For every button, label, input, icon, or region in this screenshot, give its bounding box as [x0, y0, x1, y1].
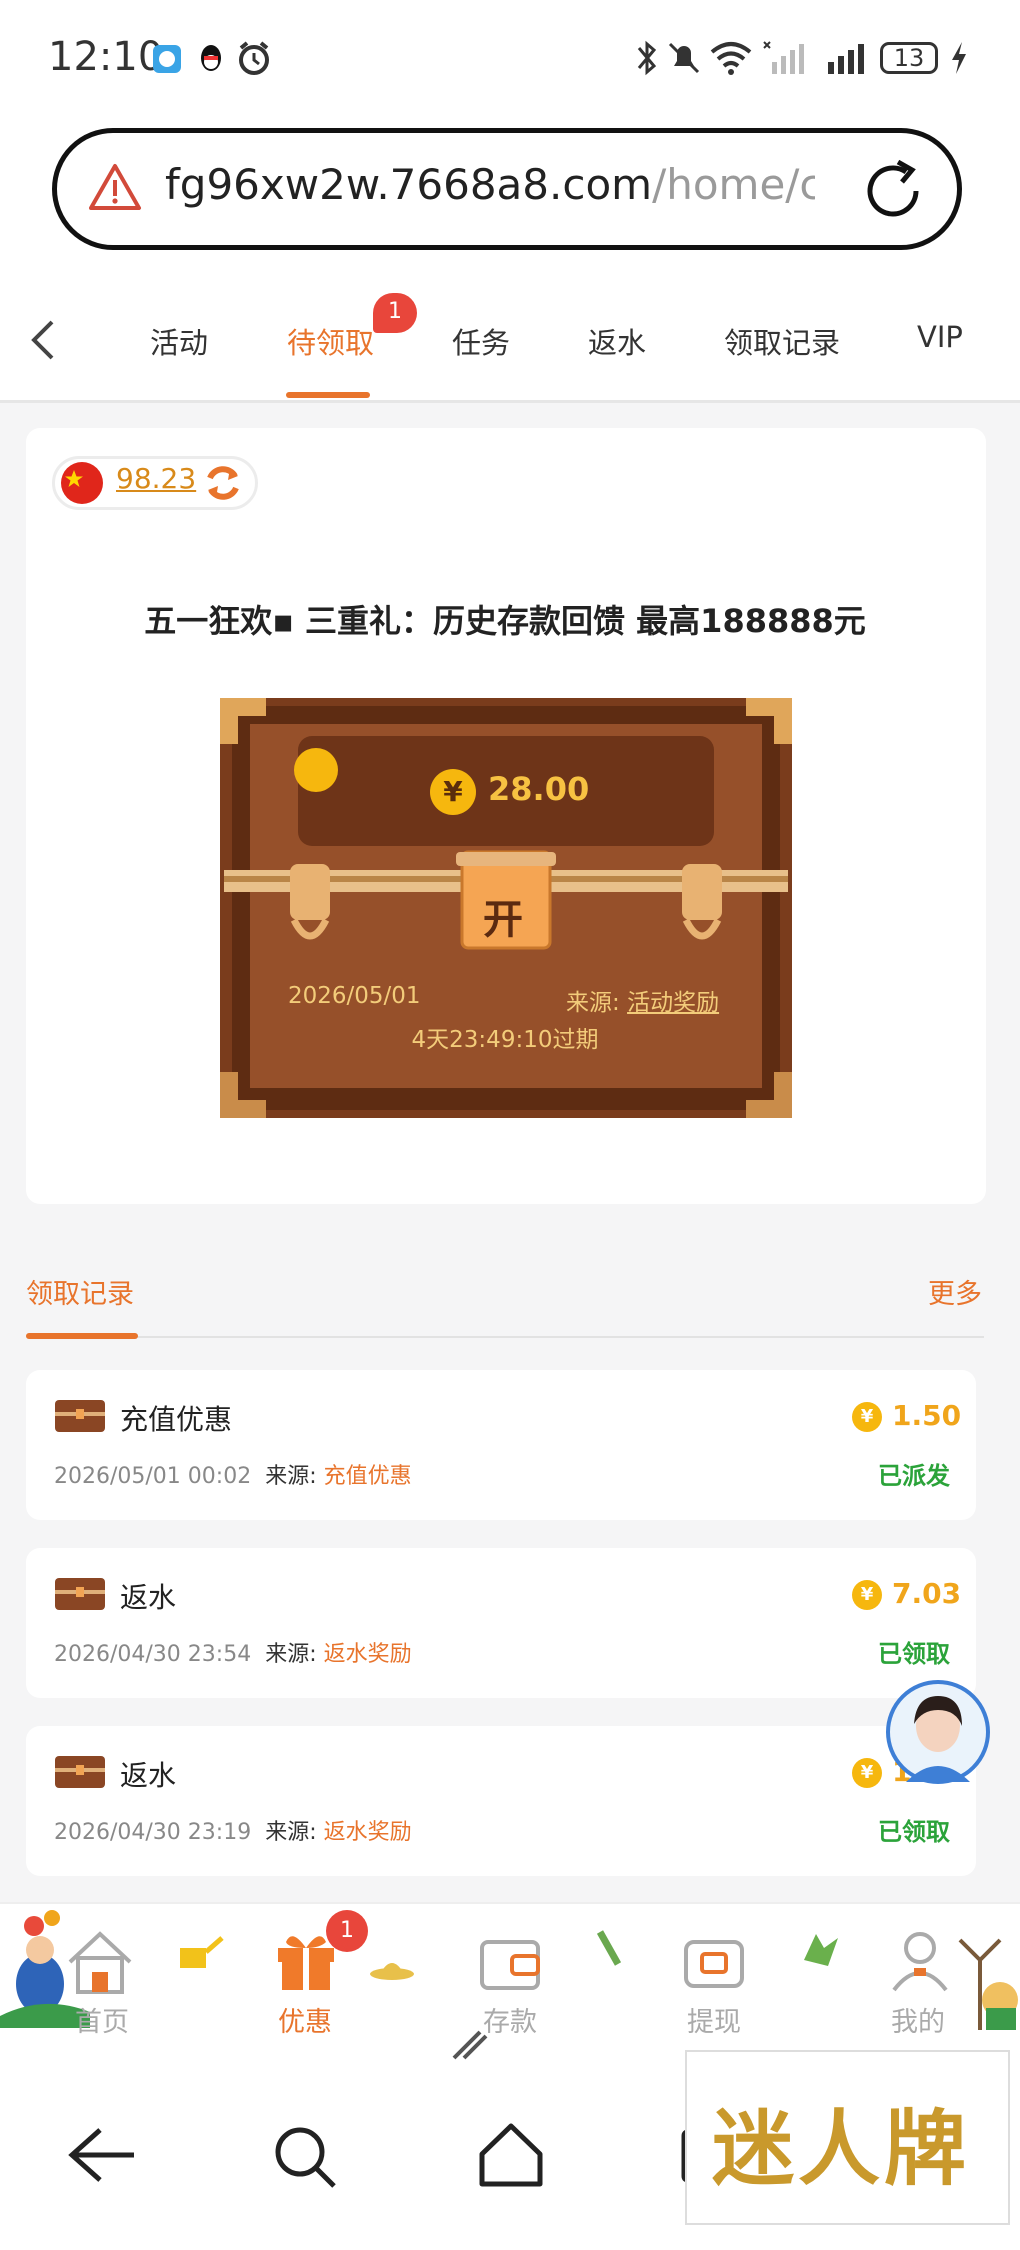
refresh-icon[interactable]: [202, 462, 244, 504]
nav-badge: 1: [326, 1910, 368, 1952]
tab-activity[interactable]: 活动: [150, 320, 208, 362]
app-notification-icon: [153, 45, 181, 73]
signal-sim1-icon: [828, 44, 864, 74]
coin-icon: ¥: [852, 1580, 882, 1610]
chest-amount: 28.00: [488, 770, 590, 808]
customer-service-avatar[interactable]: [886, 1680, 990, 1784]
home-icon[interactable]: [64, 1928, 136, 1998]
tab-records[interactable]: 领取记录: [724, 320, 840, 362]
chest-source-value: 活动奖励: [627, 990, 720, 1016]
url-path: /home/canl: [652, 160, 815, 209]
record-time: 2026/04/30 23:19: [54, 1820, 252, 1845]
record-item[interactable]: [26, 1726, 976, 1876]
record-status: 已领取: [878, 1640, 950, 1668]
nav-withdraw-label[interactable]: 提现: [659, 2000, 769, 2039]
nav-discount-label[interactable]: 优惠: [250, 2000, 360, 2039]
tab-pending[interactable]: 待领取: [287, 320, 374, 362]
battery-icon: 13: [880, 42, 938, 74]
chest-date: 2026/05/01: [288, 983, 421, 1009]
record-status: 已派发: [878, 1462, 950, 1490]
tab-rebate[interactable]: 返水: [588, 320, 646, 362]
yuan-coin-icon: ¥: [430, 769, 476, 815]
record-time: 2026/04/30 23:54: [54, 1642, 252, 1667]
bluetooth-icon: [637, 40, 657, 76]
record-amount: 7.03: [892, 1577, 962, 1610]
tab-tasks[interactable]: 任务: [452, 320, 510, 362]
record-source-label: 来源:: [265, 1820, 317, 1845]
record-name: 充值优惠: [120, 1403, 233, 1436]
record-name: 返水: [120, 1581, 177, 1614]
records-divider: [26, 1336, 984, 1338]
chest-icon: [55, 1578, 105, 1610]
record-meta: 2026/04/30 23:19 来源: 返水奖励: [54, 1814, 412, 1846]
url-text[interactable]: fg96xw2w.7668a8.com/home/canl: [165, 160, 815, 209]
tab-badge: 1: [373, 293, 417, 333]
chest-source-label: 来源:: [566, 990, 620, 1016]
record-source-label: 来源:: [265, 1464, 317, 1489]
chest-expire-countdown: 4天23:49:10过期: [411, 1027, 599, 1053]
url-host: fg96xw2w.7668a8.com: [165, 160, 653, 209]
charging-icon: [952, 42, 966, 74]
record-status: 已领取: [878, 1818, 950, 1846]
tab-underline: [286, 392, 370, 398]
chest-icon: [55, 1756, 105, 1788]
reload-icon[interactable]: [858, 156, 928, 226]
search-icon[interactable]: [272, 2124, 338, 2190]
chest-icon: [55, 1400, 105, 1432]
warning-icon[interactable]: [88, 162, 142, 212]
records-more-link[interactable]: 更多: [928, 1272, 982, 1311]
withdraw-icon[interactable]: [680, 1936, 748, 1994]
back-icon[interactable]: [26, 318, 60, 362]
record-item[interactable]: [26, 1548, 976, 1698]
balance-value: 98.23: [116, 462, 197, 495]
status-time: 12:10: [48, 34, 164, 80]
wallet-icon[interactable]: [478, 1936, 542, 1994]
record-source: 返水奖励: [323, 1642, 412, 1667]
windmill-decoration: [958, 1938, 1018, 2030]
china-flag-icon: [61, 462, 103, 504]
record-source: 返水奖励: [323, 1820, 412, 1845]
alarm-icon: [239, 41, 269, 75]
coin-icon: ¥: [852, 1402, 882, 1432]
record-source: 充值优惠: [323, 1464, 412, 1489]
record-name: 返水: [120, 1759, 177, 1792]
wifi-icon: [710, 42, 752, 75]
open-chest-button[interactable]: 开: [460, 890, 546, 950]
pruner-decoration: [452, 2030, 488, 2060]
tab-vip[interactable]: VIP: [917, 320, 963, 354]
coin-icon: ¥: [852, 1758, 882, 1788]
records-title[interactable]: 领取记录: [26, 1272, 134, 1311]
gloves-decoration: [804, 1934, 838, 1966]
watermark-logo: 迷人牌: [712, 2101, 971, 2197]
mute-icon: [668, 42, 700, 74]
home-button-icon[interactable]: [476, 2120, 546, 2190]
record-amount: 1.50: [892, 1399, 962, 1432]
hat-decoration: [370, 1963, 414, 1980]
record-time: 2026/05/01 00:02: [54, 1464, 252, 1489]
back-arrow-icon[interactable]: [66, 2124, 138, 2186]
nav-home-label[interactable]: 首页: [47, 2000, 157, 2039]
trowel-decoration: [596, 1930, 622, 1966]
promo-headline: 五一狂欢▪ 三重礼：历史存款回馈 最高188888元: [144, 602, 866, 640]
record-meta: 2026/05/01 00:02 来源: 充值优惠: [54, 1458, 412, 1490]
qq-icon: [201, 45, 221, 71]
watering-can-decoration: [180, 1936, 224, 1968]
record-source-label: 来源:: [265, 1642, 317, 1667]
record-meta: 2026/04/30 23:54 来源: 返水奖励: [54, 1636, 412, 1668]
record-item[interactable]: [26, 1370, 976, 1520]
chest-source: 来源: 活动奖励: [566, 983, 719, 1017]
signal-sim2-icon: [763, 41, 804, 74]
records-underline: [26, 1333, 138, 1339]
